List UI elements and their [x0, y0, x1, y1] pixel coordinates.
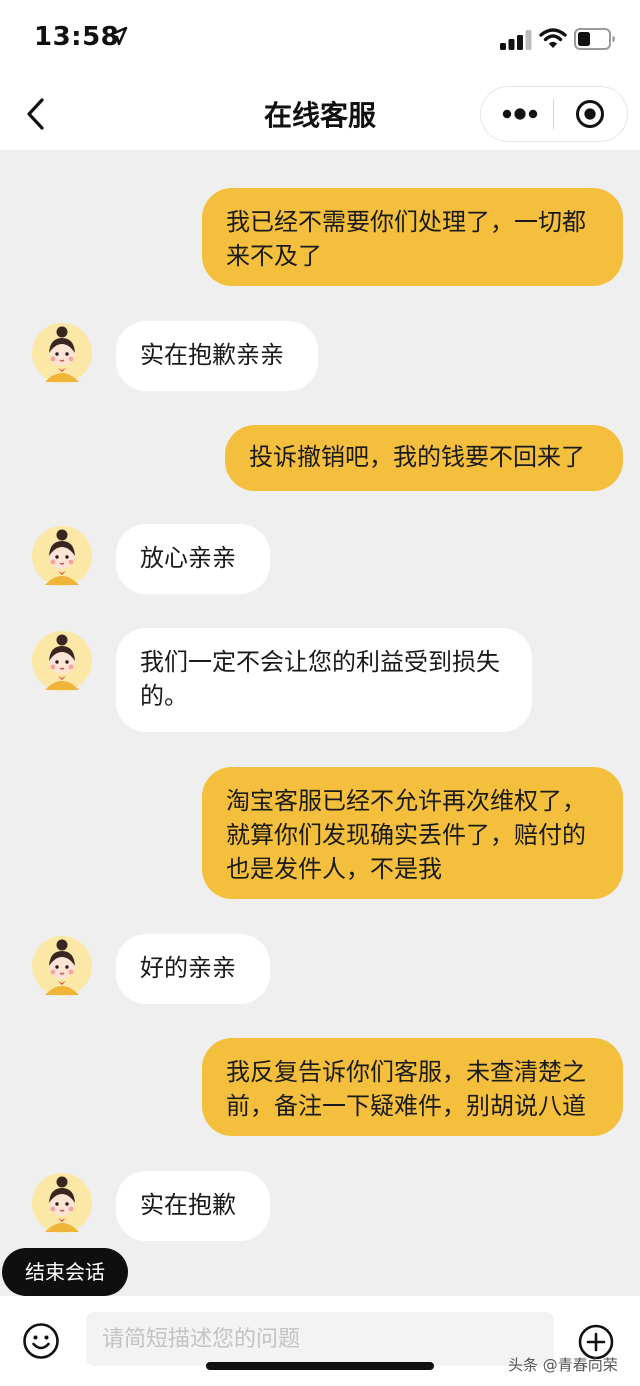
agent-bubble: 实在抱歉 [116, 1171, 270, 1241]
watermark: 头条 @青春向荣 [508, 1356, 618, 1374]
status-bar: 13:58 [0, 0, 640, 78]
avatar-icon [32, 631, 92, 691]
avatar-icon [32, 936, 92, 996]
user-bubble: 投诉撤销吧，我的钱要不回来了 [225, 425, 623, 491]
input-bar: 头条 @青春向荣 [0, 1296, 640, 1386]
avatar-icon [32, 1173, 92, 1233]
status-time: 13:58 [34, 22, 120, 52]
agent-bubble: 放心亲亲 [116, 524, 270, 594]
agent-bubble: 实在抱歉亲亲 [116, 321, 318, 391]
avatar-icon [32, 526, 92, 586]
nav-bar: 在线客服 [0, 78, 640, 150]
emoji-icon[interactable] [22, 1322, 60, 1360]
target-icon[interactable] [575, 99, 605, 129]
more-icon[interactable] [501, 102, 539, 126]
capsule-divider [553, 99, 554, 129]
user-bubble: 淘宝客服已经不允许再次维权了，就算你们发现确实丢件了，赔付的也是发件人，不是我 [202, 767, 623, 899]
agent-bubble: 好的亲亲 [116, 934, 270, 1004]
mini-program-capsule [480, 86, 628, 142]
signal-icon [500, 30, 532, 50]
message-input[interactable] [86, 1312, 554, 1366]
user-bubble: 我已经不需要你们处理了，一切都来不及了 [202, 188, 623, 286]
avatar-icon [32, 323, 92, 383]
end-chat-button[interactable]: 结束会话 [2, 1248, 128, 1296]
agent-bubble: 我们一定不会让您的利益受到损失的。 [116, 628, 532, 732]
user-bubble: 我反复告诉你们客服，未查清楚之前，备注一下疑难件，别胡说八道 [202, 1038, 623, 1136]
location-arrow-icon [108, 26, 128, 46]
battery-icon [574, 28, 615, 50]
chat-area[interactable]: 我已经不需要你们处理了，一切都来不及了 实在抱歉亲亲 投诉撤销吧，我的钱要不回来… [0, 150, 640, 1290]
wifi-icon [539, 28, 567, 48]
home-indicator [206, 1362, 434, 1370]
